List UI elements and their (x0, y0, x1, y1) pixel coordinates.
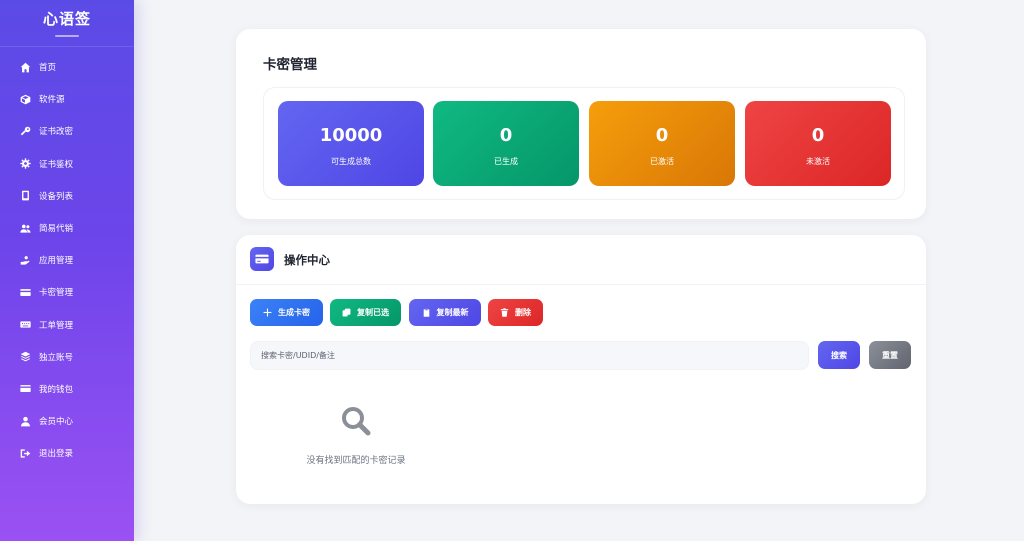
stat-total-available: 10000 可生成总数 (278, 101, 424, 186)
brand-underline (55, 34, 79, 37)
button-label: 删除 (515, 308, 531, 317)
sidebar-item-label: 退出登录 (39, 449, 74, 460)
sidebar-item-independent-account[interactable]: 独立账号 (0, 341, 134, 373)
card-mgmt-panel: 卡密管理 10000 可生成总数 0 已生成 0 已激活 0 未激活 (236, 29, 926, 219)
reset-button[interactable]: 重置 (869, 341, 911, 369)
sidebar-item-home[interactable]: 首页 (0, 51, 134, 83)
button-label: 生成卡密 (278, 308, 310, 317)
stat-activated: 0 已激活 (589, 101, 735, 186)
stat-not-activated: 0 未激活 (745, 101, 891, 186)
stats-container: 10000 可生成总数 0 已生成 0 已激活 0 未激活 (263, 87, 905, 200)
sidebar-item-label: 应用管理 (39, 256, 74, 267)
plus-icon (263, 308, 272, 317)
sidebar-item-app-mgmt[interactable]: 应用管理 (0, 244, 134, 276)
sidebar-item-ticket-mgmt[interactable]: 工单管理 (0, 309, 134, 341)
button-label: 复制已选 (357, 308, 389, 317)
keyboard-icon (19, 319, 31, 331)
sidebar-item-label: 我的钱包 (39, 384, 74, 395)
delete-button[interactable]: 删除 (488, 299, 543, 326)
stat-label: 已激活 (650, 157, 674, 166)
home-icon (19, 61, 31, 73)
sidebar-item-device-list[interactable]: 设备列表 (0, 180, 134, 212)
mobile-icon (19, 190, 31, 202)
search-icon (342, 407, 371, 436)
sidebar-item-label: 首页 (39, 63, 57, 74)
sidebar-item-logout[interactable]: 退出登录 (0, 437, 134, 469)
hand-icon (19, 254, 31, 266)
stat-label: 已生成 (494, 157, 518, 166)
copy-selected-button[interactable]: 复制已选 (330, 299, 401, 326)
page-title: 卡密管理 (263, 57, 317, 73)
sidebar-item-simple-resale[interactable]: 简易代销 (0, 212, 134, 244)
stat-label: 可生成总数 (331, 157, 371, 166)
sidebar-item-label: 独立账号 (39, 352, 74, 363)
sidebar-item-cert-auth[interactable]: 证书鉴权 (0, 148, 134, 180)
gear-icon (19, 158, 31, 170)
stat-value: 0 (811, 125, 825, 146)
stat-label: 未激活 (806, 157, 830, 166)
stat-value: 0 (499, 125, 513, 146)
sidebar-item-software-source[interactable]: 软件源 (0, 83, 134, 115)
sidebar-item-label: 软件源 (39, 95, 65, 106)
operation-center-header: 操作中心 (236, 235, 926, 285)
sidebar-item-cert-password[interactable]: 证书改密 (0, 115, 134, 147)
stat-value: 0 (655, 125, 669, 146)
clipboard-icon (423, 308, 429, 317)
sidebar: 心语签 首页 软件源 证书改密 证书鉴权 设备列表 简易代销 应用管理 卡密管理… (0, 0, 134, 541)
generate-cards-button[interactable]: 生成卡密 (250, 299, 323, 326)
user-icon (19, 415, 31, 427)
logout-icon (19, 447, 31, 459)
card-icon (19, 286, 31, 298)
sidebar-item-member-center[interactable]: 会员中心 (0, 405, 134, 437)
brand-title: 心语签 (42, 9, 91, 28)
sidebar-item-label: 卡密管理 (39, 288, 74, 299)
empty-state: 没有找到匹配的卡密记录 (276, 405, 436, 466)
sidebar-item-wallet[interactable]: 我的钱包 (0, 373, 134, 405)
button-label: 复制最新 (436, 308, 469, 317)
users-icon (19, 222, 31, 234)
key-icon (19, 125, 31, 137)
copy-icon (342, 308, 351, 317)
operation-center-panel: 操作中心 生成卡密 复制已选 复制最新 删除 搜索 重置 没有找到匹配的卡密记录 (236, 235, 926, 504)
box-icon (19, 93, 31, 105)
operation-center-title: 操作中心 (284, 253, 330, 267)
wallet-icon (19, 383, 31, 395)
sidebar-item-card-mgmt[interactable]: 卡密管理 (0, 276, 134, 308)
sidebar-item-label: 简易代销 (39, 224, 74, 235)
search-button[interactable]: 搜索 (818, 341, 860, 369)
sidebar-item-label: 设备列表 (39, 191, 74, 202)
brand: 心语签 (0, 0, 134, 47)
search-input[interactable] (250, 341, 809, 370)
sidebar-item-label: 证书鉴权 (39, 159, 74, 170)
stat-generated: 0 已生成 (433, 101, 579, 186)
sidebar-item-label: 证书改密 (39, 127, 74, 138)
sidebar-item-label: 会员中心 (39, 417, 74, 428)
empty-state-text: 没有找到匹配的卡密记录 (306, 456, 406, 466)
sidebar-item-label: 工单管理 (39, 320, 74, 331)
stat-value: 10000 (319, 125, 383, 146)
layers-icon (19, 351, 31, 363)
trash-icon (500, 308, 509, 317)
card-icon (250, 247, 274, 271)
copy-latest-button[interactable]: 复制最新 (409, 299, 481, 326)
sidebar-nav: 首页 软件源 证书改密 证书鉴权 设备列表 简易代销 应用管理 卡密管理 工单管… (0, 51, 134, 469)
